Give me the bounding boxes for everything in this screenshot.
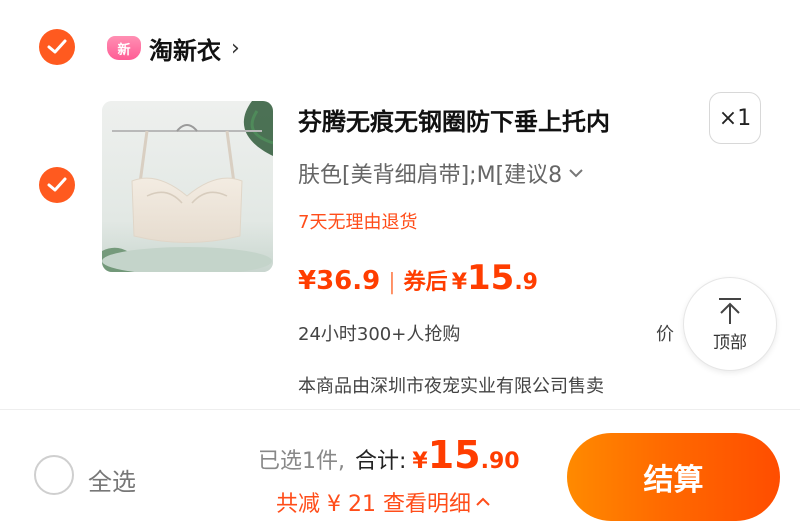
bra-product-illustration	[102, 101, 273, 272]
seller-info: 本商品由深圳市夜宠实业有限公司售卖	[298, 376, 604, 397]
price-currency: ¥	[451, 270, 467, 295]
total-integer: 15	[427, 433, 481, 477]
chevron-down-icon	[569, 169, 583, 178]
price-decimal: .9	[514, 270, 538, 295]
product-image[interactable]	[102, 101, 273, 272]
back-to-top-label: 顶部	[713, 332, 747, 353]
total-label: 合计:	[355, 449, 407, 474]
chevron-up-icon	[476, 497, 490, 506]
shop-name: 淘新衣	[149, 36, 221, 65]
variant-selector[interactable]: 肤色[美背细肩带];M[建议8	[298, 157, 584, 189]
checkmark-icon	[47, 177, 67, 192]
price-row: ¥36.9 | 券后 ¥ 15 .9	[298, 258, 538, 298]
item-checkbox[interactable]	[39, 167, 75, 203]
price-separator: |	[388, 270, 396, 295]
discount-details-link[interactable]: 共减 ¥ 21 查看明细	[276, 486, 491, 518]
sales-info: 24小时300+人抢购	[298, 324, 461, 345]
select-all-radio[interactable]	[34, 455, 74, 495]
total-currency: ¥	[412, 449, 428, 474]
price-original: ¥36.9	[298, 266, 381, 296]
back-to-top-button[interactable]: 顶部	[683, 277, 777, 371]
selected-count: 已选1件,	[258, 449, 345, 474]
chevron-right-icon: ›	[231, 35, 240, 61]
checkout-button[interactable]: 结算	[567, 433, 780, 521]
cart-item-card: 新 淘新衣 › 芬腾无痕无钢圈防下垂上托内 ×1 肤色[美背细肩带];M[建议8…	[0, 0, 800, 410]
product-title[interactable]: 芬腾无痕无钢圈防下垂上托内	[298, 102, 610, 137]
order-summary: 已选1件, 合计: ¥ 15 .90	[258, 433, 520, 477]
checkmark-icon	[47, 39, 67, 54]
coupon-label: 券后	[403, 270, 448, 295]
quantity-button[interactable]: ×1	[709, 92, 761, 144]
price-tag-partial: 价	[656, 324, 674, 345]
arrow-up-icon	[719, 297, 741, 324]
shop-logo: 新	[107, 36, 141, 60]
shop-checkbox[interactable]	[39, 29, 75, 65]
return-policy: 7天无理由退货	[298, 212, 418, 233]
price-integer: 15	[467, 258, 515, 298]
select-all-label[interactable]: 全选	[88, 462, 136, 497]
total-decimal: .90	[480, 449, 520, 474]
saving-text: 共减 ¥ 21 查看明细	[276, 492, 471, 517]
shop-header[interactable]: 新 淘新衣 ›	[107, 28, 240, 68]
variant-text: 肤色[美背细肩带];M[建议8	[298, 163, 563, 188]
